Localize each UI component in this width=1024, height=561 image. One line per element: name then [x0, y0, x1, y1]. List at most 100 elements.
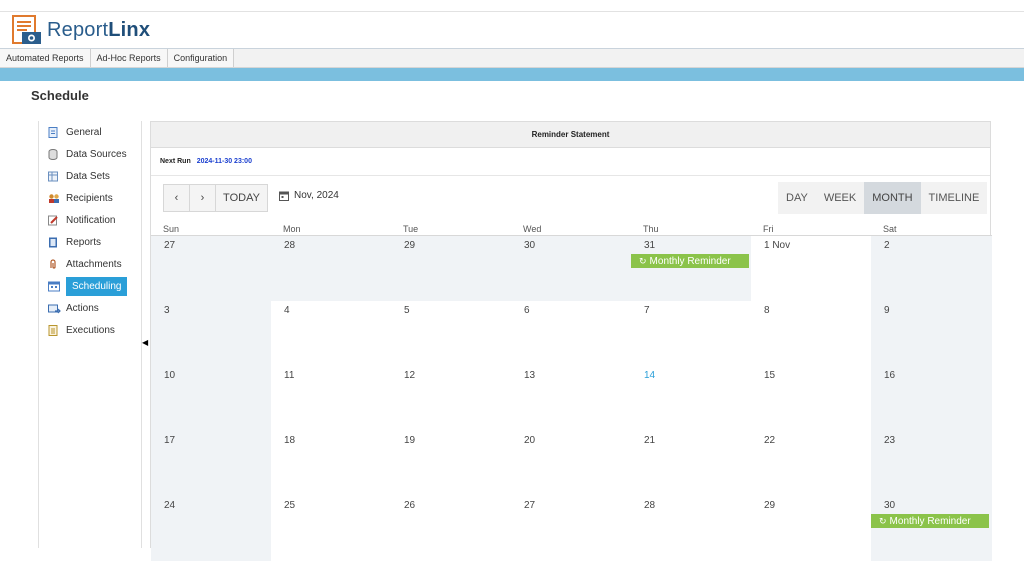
sidebar-item-attachments[interactable]: Attachments — [39, 254, 122, 274]
day-number: 3 — [164, 305, 170, 316]
calendar-day-cell[interactable]: 17 — [151, 431, 271, 496]
calendar-day-cell[interactable]: 5 — [391, 301, 511, 366]
sidebar-item-label: Notification — [66, 214, 116, 226]
calendar-day-cell[interactable]: 13 — [511, 366, 631, 431]
sidebar-item-executions[interactable]: Executions — [39, 320, 115, 340]
current-period-label: Nov, 2024 — [294, 190, 339, 201]
sidebar-item-general[interactable]: General — [39, 122, 102, 142]
day-number: 11 — [284, 370, 295, 381]
calendar-day-cell[interactable]: 2 — [871, 236, 992, 301]
day-number: 8 — [764, 305, 770, 316]
sidebar-item-recipients[interactable]: Recipients — [39, 188, 113, 208]
collapse-sidebar-icon[interactable]: ◀ — [142, 338, 148, 347]
day-number: 15 — [764, 370, 776, 381]
calendar-day-cell[interactable]: 27 — [511, 496, 631, 561]
day-number: 21 — [644, 435, 656, 446]
app-logo[interactable]: ReportLinx — [12, 15, 150, 45]
sidebar-item-label: Recipients — [66, 192, 113, 204]
calendar-day-cell[interactable]: 30 ↻ Monthly Reminder — [871, 496, 992, 561]
menu-configuration[interactable]: Configuration — [167, 49, 235, 67]
calendar-day-cell[interactable]: 6 — [511, 301, 631, 366]
weekday-label: Sun — [163, 224, 180, 234]
calendar-week-row: 24 25 26 27 28 29 30 ↻ Monthly Reminder — [151, 496, 992, 561]
calendar-day-cell[interactable]: 29 — [751, 496, 871, 561]
day-number: 12 — [404, 370, 416, 381]
calendar-event[interactable]: ↻ Monthly Reminder — [631, 254, 749, 268]
calendar-day-cell[interactable]: 11 — [271, 366, 391, 431]
calendar-icon — [48, 281, 60, 292]
event-label: Monthly Reminder — [649, 256, 731, 267]
list-icon — [48, 325, 58, 336]
next-button[interactable]: › — [190, 185, 216, 211]
calendar-day-cell[interactable]: 14 — [631, 366, 751, 431]
view-week-button[interactable]: WEEK — [816, 182, 864, 214]
calendar-day-cell[interactable]: 25 — [271, 496, 391, 561]
sidebar-item-label: Actions — [66, 302, 99, 314]
day-number: 5 — [404, 305, 410, 316]
calendar-day-cell[interactable]: 10 — [151, 366, 271, 431]
calendar-event[interactable]: ↻ Monthly Reminder — [871, 514, 989, 528]
weekday-label: Mon — [283, 224, 301, 234]
calendar-day-cell[interactable]: 9 — [871, 301, 992, 366]
sidebar-item-data-sources[interactable]: Data Sources — [39, 144, 127, 164]
calendar-day-cell[interactable]: 20 — [511, 431, 631, 496]
app-header: ReportLinx — [0, 12, 1024, 49]
calendar-day-cell[interactable]: 8 — [751, 301, 871, 366]
top-border — [0, 0, 1024, 12]
day-number: 30 — [524, 240, 536, 251]
sidebar-item-notification[interactable]: Notification — [39, 210, 115, 230]
calendar-day-cell[interactable]: 21 — [631, 431, 751, 496]
day-number: 28 — [284, 240, 296, 251]
weekday-label: Wed — [523, 224, 542, 234]
calendar-day-cell[interactable]: 26 — [391, 496, 511, 561]
calendar-day-cell[interactable]: 7 — [631, 301, 751, 366]
calendar-day-cell[interactable]: 19 — [391, 431, 511, 496]
calendar-day-cell[interactable]: 28 — [631, 496, 751, 561]
day-number: 13 — [524, 370, 536, 381]
sidebar-item-reports[interactable]: Reports — [39, 232, 101, 252]
calendar-day-cell[interactable]: 22 — [751, 431, 871, 496]
calendar-day-cell[interactable]: 15 — [751, 366, 871, 431]
view-timeline-button[interactable]: TIMELINE — [921, 182, 988, 214]
calendar-toolbar: ‹ › TODAY Nov, 2024 DAY WEEK MONTH TIMEL… — [151, 176, 992, 220]
calendar-day-cell[interactable]: 23 — [871, 431, 992, 496]
day-number: 26 — [404, 500, 416, 511]
weekday-label: Fri — [763, 224, 774, 234]
calendar-day-cell[interactable]: 1 Nov — [751, 236, 871, 301]
next-run: Next Run 2024-11-30 23:00 — [151, 148, 990, 176]
calendar-day-cell[interactable]: 28 — [271, 236, 391, 301]
day-number: 16 — [884, 370, 896, 381]
main-menu: Automated Reports Ad-Hoc Reports Configu… — [0, 49, 1024, 68]
calendar-day-cell[interactable]: 27 — [151, 236, 271, 301]
view-switcher: DAY WEEK MONTH TIMELINE — [778, 182, 988, 214]
calendar-day-cell[interactable]: 18 — [271, 431, 391, 496]
today-button[interactable]: TODAY — [216, 185, 267, 211]
day-number: 7 — [644, 305, 650, 316]
document-icon — [48, 127, 58, 138]
calendar-day-cell[interactable]: 29 — [391, 236, 511, 301]
calendar-day-cell[interactable]: 30 — [511, 236, 631, 301]
sidebar-item-data-sets[interactable]: Data Sets — [39, 166, 110, 186]
edit-icon — [48, 215, 58, 226]
sidebar-item-actions[interactable]: Actions — [39, 298, 99, 318]
menu-ad-hoc-reports[interactable]: Ad-Hoc Reports — [90, 49, 168, 67]
next-run-value: 2024-11-30 23:00 — [196, 158, 252, 165]
sidebar-item-scheduling[interactable]: Scheduling — [39, 274, 128, 298]
view-day-button[interactable]: DAY — [778, 182, 816, 214]
menu-automated-reports[interactable]: Automated Reports — [0, 49, 91, 67]
event-label: Monthly Reminder — [889, 516, 971, 527]
sidebar: General Data Sources Data Sets Recipient… — [38, 121, 142, 548]
prev-button[interactable]: ‹ — [164, 185, 190, 211]
calendar-day-cell[interactable]: 31 ↻ Monthly Reminder — [631, 236, 751, 301]
view-month-button[interactable]: MONTH — [864, 182, 921, 214]
calendar-nav: ‹ › TODAY — [163, 184, 268, 212]
calendar-day-cell[interactable]: 12 — [391, 366, 511, 431]
sidebar-item-label: Reports — [66, 236, 102, 248]
calendar-day-cell[interactable]: 3 — [151, 301, 271, 366]
day-number: 22 — [764, 435, 776, 446]
calendar-day-cell[interactable]: 4 — [271, 301, 391, 366]
calendar-day-cell[interactable]: 16 — [871, 366, 992, 431]
calendar-day-cell[interactable]: 24 — [151, 496, 271, 561]
day-number: 24 — [164, 500, 176, 511]
current-period[interactable]: Nov, 2024 — [279, 190, 339, 201]
